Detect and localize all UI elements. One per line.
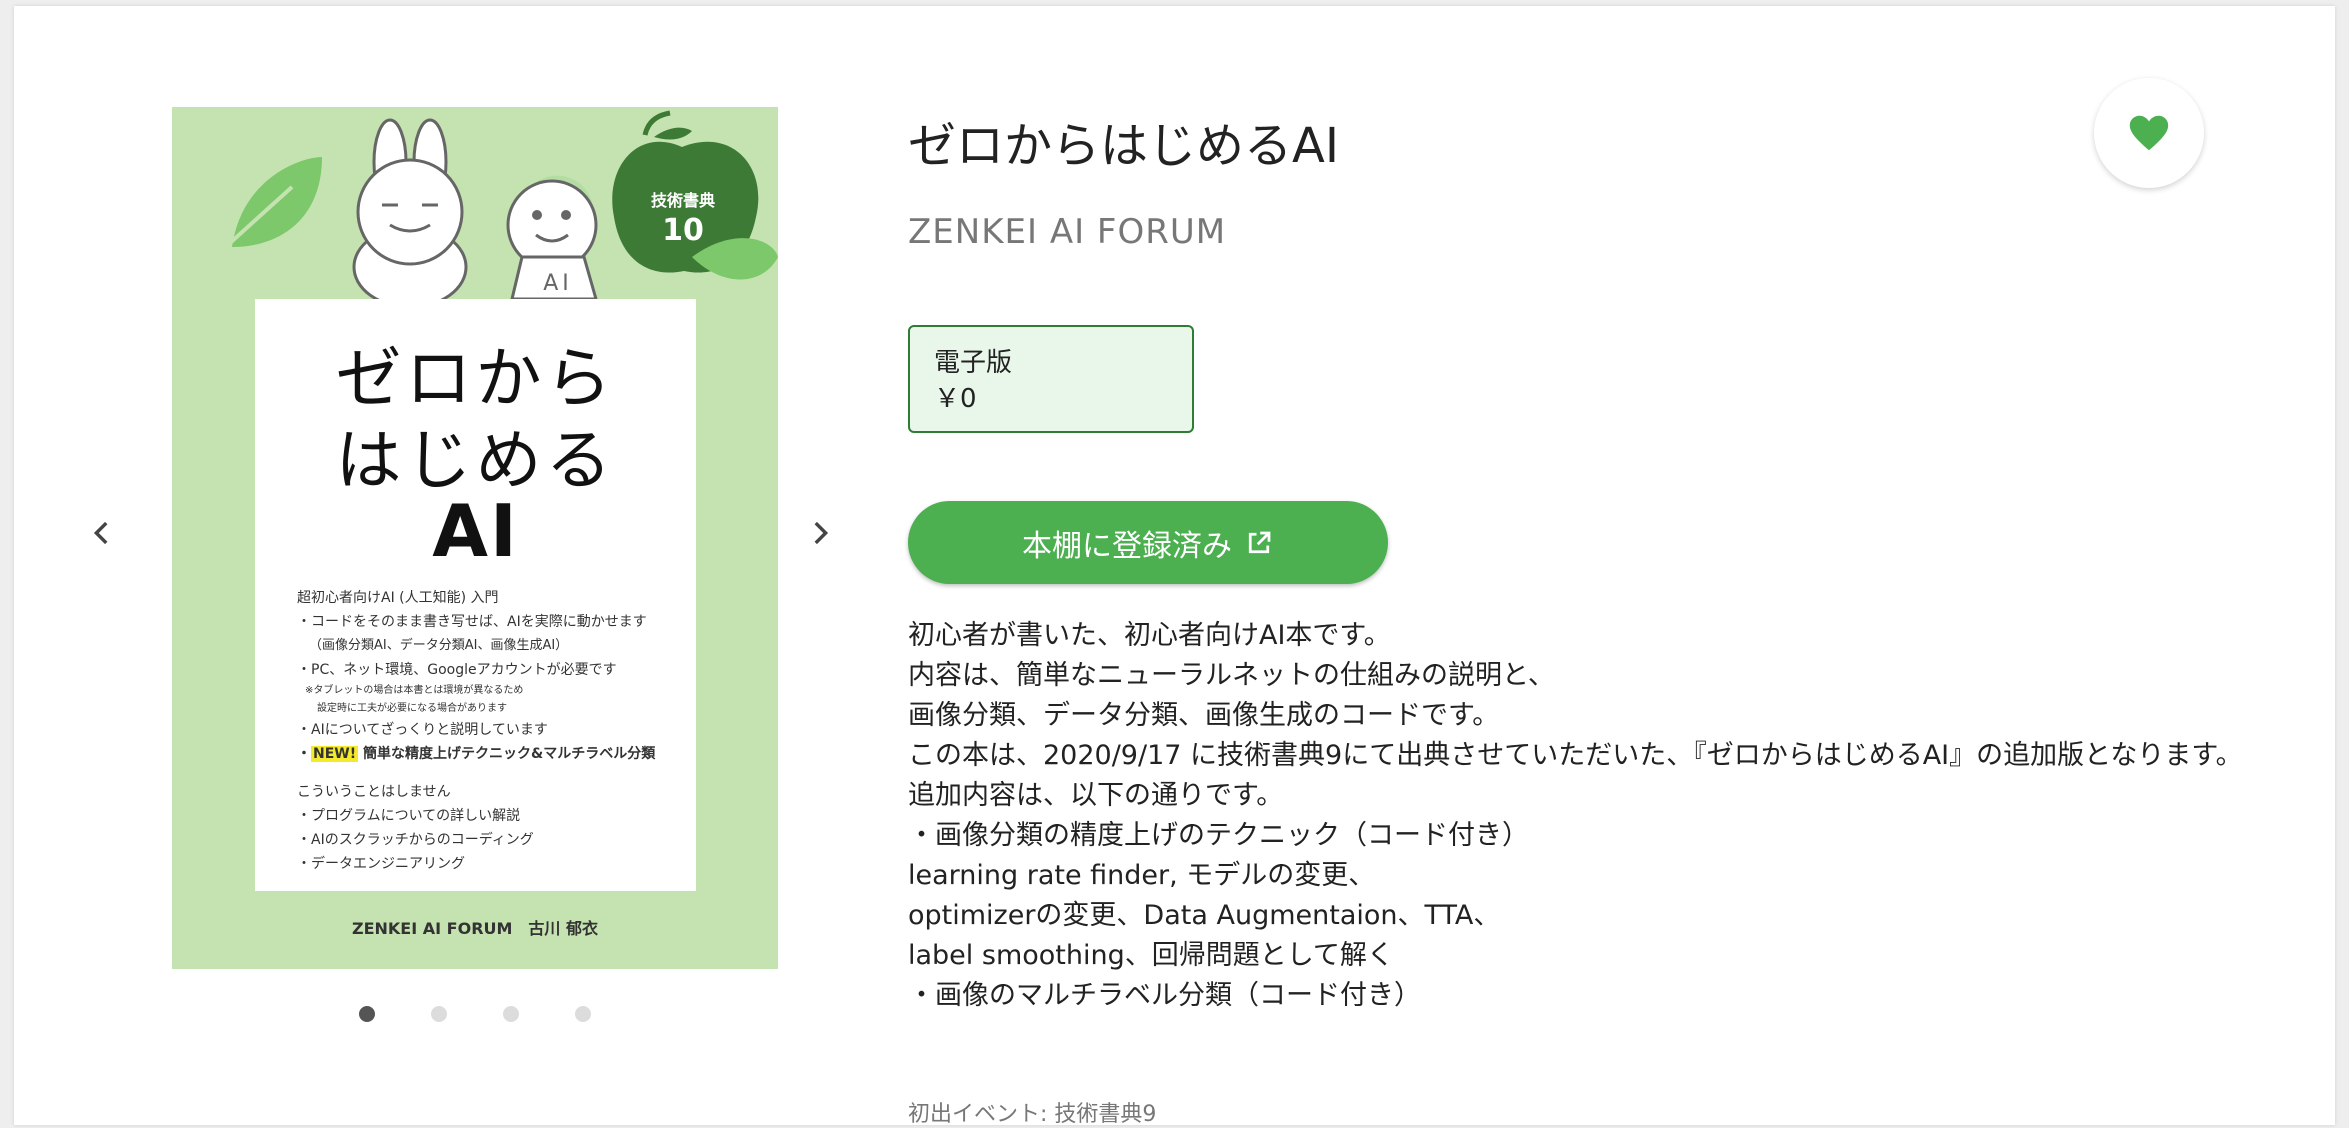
carousel-dot[interactable] — [575, 1006, 591, 1022]
cover-ai-label: AI — [543, 271, 573, 296]
heart-icon — [2129, 115, 2169, 151]
carousel-dot[interactable] — [359, 1006, 375, 1022]
cover-list-item: ・AIについてざっくりと説明しています — [297, 722, 548, 738]
carousel-dot[interactable] — [503, 1006, 519, 1022]
book-cover-image[interactable]: 技術書典 10 AI ゼロから はじめる AI 超初心者向けAI (人工知能) … — [172, 107, 778, 969]
cover-paper: ゼロから はじめる AI 超初心者向けAI (人工知能) 入門 ・コードをそのま… — [255, 299, 696, 891]
description-line: 追加内容は、以下の通りです。 — [908, 780, 1284, 811]
bookshelf-button-label: 本棚に登録済み — [1022, 528, 1232, 564]
cover-list-item: 超初心者向けAI (人工知能) 入門 — [297, 590, 499, 606]
circle-name[interactable]: ZENKEI AI FORUM — [908, 212, 1226, 252]
cover-list-new-text: 簡単な精度上げテクニック&マルチラベル分類 — [362, 746, 656, 762]
cover-title-line3: AI — [432, 489, 519, 573]
cover-list-item: こういうことはしません — [297, 784, 451, 800]
chevron-left-icon[interactable] — [82, 513, 122, 553]
cover-list-item: ・AIのスクラッチからのコーディング — [297, 832, 534, 848]
favorite-button[interactable] — [2094, 78, 2204, 188]
bookshelf-button[interactable]: 本棚に登録済み — [908, 501, 1388, 584]
cover-badge-label: 技術書典 — [650, 191, 715, 210]
book-title: ゼロからはじめるAI — [908, 118, 1339, 174]
cover-feature-list: 超初心者向けAI (人工知能) 入門 ・コードをそのまま書き写せば、AIを実際に… — [297, 586, 677, 876]
description-line: ・画像のマルチラベル分類（コード付き） — [908, 980, 1421, 1011]
cover-list-item: ・コードをそのまま書き写せば、AIを実際に動かせます — [297, 614, 647, 630]
price-label: 電子版 — [934, 348, 1013, 378]
cover-badge-number: 10 — [662, 213, 704, 248]
carousel-dot[interactable] — [431, 1006, 447, 1022]
cover-list-item: ・PC、ネット環境、Googleアカウントが必要です — [297, 662, 617, 678]
description-line: 内容は、簡単なニューラルネットの仕組みの説明と、 — [908, 660, 1555, 691]
new-tag: NEW! — [311, 746, 359, 762]
description-line: 画像分類、データ分類、画像生成のコードです。 — [908, 700, 1500, 731]
description-line: learning rate finder, モデルの変更、 — [908, 860, 1376, 891]
cover-list-item: ※タブレットの場合は本書とは環境が異なるため — [305, 685, 524, 696]
price-value: ￥0 — [934, 384, 977, 414]
cover-list-item: 設定時に工夫が必要になる場合があります — [317, 703, 507, 714]
cover-list-item: ・プログラムについての詳しい解説 — [297, 808, 521, 824]
price-option-ebook[interactable]: 電子版 ￥0 — [908, 325, 1194, 433]
first-event: 初出イベント: 技術書典9 — [908, 1102, 1157, 1127]
description-line: 初心者が書いた、初心者向けAI本です。 — [908, 620, 1391, 651]
description-line: ・画像分類の精度上げのテクニック（コード付き） — [908, 820, 1529, 851]
description-line: optimizerの変更、Data Augmentaion、TTA、 — [908, 900, 1501, 931]
book-detail-card: 技術書典 10 AI ゼロから はじめる AI 超初心者向けAI (人工知能) … — [14, 6, 2335, 1127]
cover-list-item: （画像分類AI、データ分類AI、画像生成AI） — [309, 638, 569, 653]
cover-list-item: ・ NEW! 簡単な精度上げテクニック&マルチラベル分類 — [297, 746, 656, 762]
description-line: label smoothing、回帰問題として解く — [908, 940, 1394, 971]
cover-author: ZENKEI AI FORUM 古川 郁衣 — [351, 919, 599, 938]
chevron-right-icon[interactable] — [800, 513, 840, 553]
description-line: この本は、2020/9/17 に技術書典9にて出典させていただいた、『ゼロからは… — [908, 740, 2243, 771]
carousel-dots — [359, 1006, 591, 1022]
book-description: 初心者が書いた、初心者向けAI本です。 内容は、簡単なニューラルネットの仕組みの… — [908, 616, 2278, 1016]
external-link-icon — [1248, 531, 1271, 553]
cover-list-item: ・データエンジニアリング — [297, 856, 465, 872]
